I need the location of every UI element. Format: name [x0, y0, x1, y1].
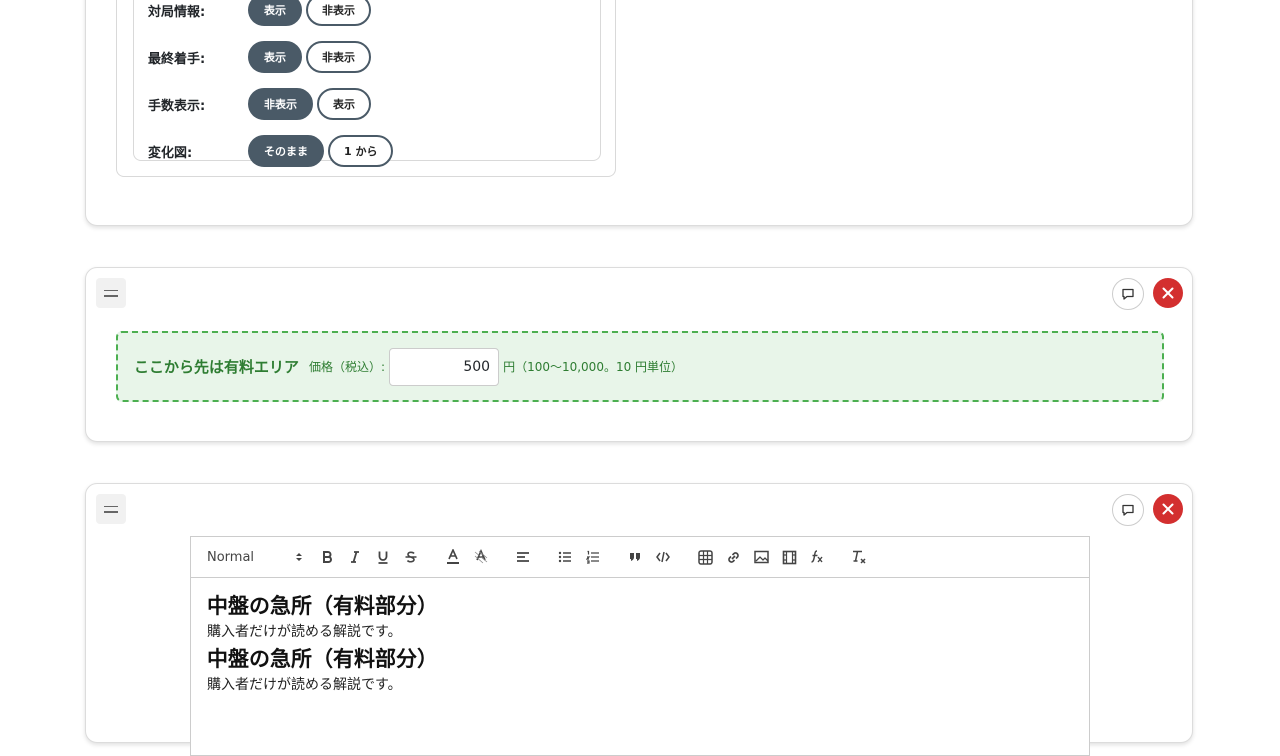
- formula-button[interactable]: [803, 545, 831, 569]
- image-icon: [753, 550, 769, 564]
- clear-format-button[interactable]: [845, 545, 873, 569]
- strike-icon: [405, 551, 417, 563]
- code-block-icon: [656, 551, 670, 563]
- content-paragraph: 購入者だけが読める解説です。: [207, 677, 402, 693]
- select-arrows-icon: [296, 553, 302, 561]
- ordered-list-icon: [586, 550, 599, 564]
- video-button[interactable]: [775, 545, 803, 569]
- option-row-variation: 変化図: そのまま 1 から: [148, 135, 397, 167]
- strike-button[interactable]: [397, 545, 425, 569]
- game-info-show-button[interactable]: 表示: [248, 0, 302, 26]
- formula-icon: [811, 550, 823, 563]
- image-button[interactable]: [747, 545, 775, 569]
- align-icon: [517, 552, 529, 562]
- price-label: 価格（税込）:: [309, 360, 386, 374]
- format-select[interactable]: Normal: [207, 545, 303, 569]
- link-button[interactable]: [719, 545, 747, 569]
- price-note: 円（100〜10,000。10 円単位）: [503, 360, 684, 374]
- comment-button[interactable]: [1112, 278, 1144, 310]
- content-heading: 中盤の急所（有料部分）: [207, 594, 438, 618]
- paid-area-card: ここから先は有料エリア 価格（税込）: 円（100〜10,000。10 円単位）: [85, 267, 1193, 442]
- close-icon: [1162, 287, 1174, 299]
- game-info-hide-button[interactable]: 非表示: [306, 0, 371, 26]
- comment-icon: [1122, 504, 1134, 516]
- clear-format-icon: [853, 550, 866, 564]
- comment-icon: [1122, 288, 1134, 300]
- underline-icon: [378, 551, 388, 564]
- bullet-list-icon: [558, 551, 571, 563]
- move-number-hide-button[interactable]: 非表示: [248, 88, 313, 120]
- content-heading: 中盤の急所（有料部分）: [207, 647, 438, 671]
- table-button[interactable]: [691, 545, 719, 569]
- paid-area-title: ここから先は有料エリア: [134, 358, 300, 376]
- delete-block-button[interactable]: [1153, 494, 1183, 524]
- paid-area-banner: ここから先は有料エリア 価格（税込）: 円（100〜10,000。10 円単位）: [116, 331, 1164, 402]
- option-label: 最終着手:: [148, 51, 206, 67]
- option-row-move-number: 手数表示: 非表示 表示: [148, 88, 375, 120]
- variation-from-one-button[interactable]: 1 から: [328, 135, 394, 167]
- option-row-game-info: 対局情報: 表示 非表示: [148, 0, 375, 26]
- align-button[interactable]: [509, 545, 537, 569]
- option-label: 変化図:: [148, 145, 193, 161]
- price-input[interactable]: [389, 347, 500, 386]
- italic-button[interactable]: [341, 545, 369, 569]
- italic-icon: [351, 551, 359, 563]
- table-icon: [697, 549, 713, 565]
- content-paragraph: 購入者だけが読める解説です。: [207, 624, 402, 640]
- drag-handle-icon[interactable]: [96, 494, 126, 524]
- option-label: 対局情報:: [148, 4, 206, 20]
- option-label: 手数表示:: [148, 98, 206, 114]
- code-block-button[interactable]: [649, 545, 677, 569]
- last-move-show-button[interactable]: 表示: [248, 41, 302, 73]
- background-color-button[interactable]: [467, 545, 495, 569]
- comment-button[interactable]: [1112, 494, 1144, 526]
- format-select-value: Normal: [207, 549, 255, 565]
- bullet-list-button[interactable]: [551, 545, 579, 569]
- editor-toolbar: Normal: [191, 537, 1089, 578]
- variation-as-is-button[interactable]: そのまま: [248, 135, 324, 167]
- text-block-card: Normal 中盤の急所（有料部分） 購入者だけが読める解説です。 中盤の急所（…: [85, 483, 1193, 756]
- last-move-hide-button[interactable]: 非表示: [306, 41, 371, 73]
- editor-content[interactable]: 中盤の急所（有料部分） 購入者だけが読める解説です。 中盤の急所（有料部分） 購…: [191, 578, 1089, 712]
- rich-text-editor: Normal 中盤の急所（有料部分） 購入者だけが読める解説です。 中盤の急所（…: [190, 536, 1090, 756]
- blockquote-icon: [630, 553, 640, 561]
- background-color-icon: [474, 549, 488, 564]
- text-color-button[interactable]: [439, 545, 467, 569]
- bold-icon: [323, 551, 332, 563]
- close-icon: [1162, 503, 1174, 515]
- ordered-list-button[interactable]: [579, 545, 607, 569]
- link-icon: [727, 551, 739, 563]
- move-number-show-button[interactable]: 表示: [317, 88, 371, 120]
- video-icon: [782, 550, 796, 564]
- bold-button[interactable]: [313, 545, 341, 569]
- blockquote-button[interactable]: [621, 545, 649, 569]
- delete-block-button[interactable]: [1153, 278, 1183, 308]
- drag-handle-icon[interactable]: [96, 278, 126, 308]
- text-color-icon: [447, 549, 459, 564]
- underline-button[interactable]: [369, 545, 397, 569]
- option-row-last-move: 最終着手: 表示 非表示: [148, 41, 375, 73]
- display-options-card: 対局情報: 表示 非表示 最終着手: 表示 非表示 手数表示: 非表示 表示 変…: [85, 0, 1193, 226]
